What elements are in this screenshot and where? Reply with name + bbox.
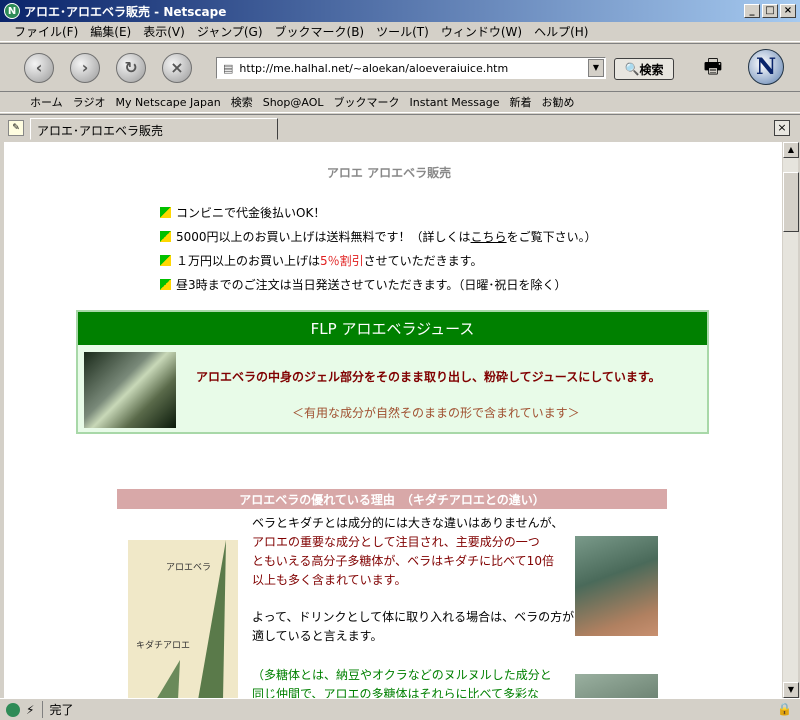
discount-text: 5％割引 — [320, 253, 364, 268]
tab-bar: ✎ アロエ･アロエベラ販売 × — [0, 114, 800, 140]
aloe-comparison-image: アロエベラ キダチアロエ — [128, 540, 238, 698]
print-icon[interactable]: 🖶 — [698, 52, 728, 80]
forward-button[interactable]: › — [70, 52, 100, 83]
back-button[interactable]: ‹ — [24, 52, 54, 83]
new-tab-icon[interactable]: ✎ — [8, 120, 24, 136]
scroll-down-button[interactable]: ▼ — [783, 682, 799, 698]
page-content: アロエ アロエベラ販売 コンビニで代金後払いOK！ 5000円以上のお買い上げは… — [4, 142, 782, 698]
bookmarks-link[interactable]: ブックマーク — [334, 94, 400, 110]
personal-toolbar: ホーム ラジオ My Netscape Japan 検索 Shop@AOL ブッ… — [0, 91, 800, 113]
list-item: 5000円以上のお買い上げは送料無料です！（詳しくは こちら をご覧下さい。） — [160, 224, 597, 248]
radio-link[interactable]: ラジオ — [73, 94, 106, 110]
aloe-gel-image — [84, 352, 176, 428]
shop-aol-link[interactable]: Shop@AOL — [263, 96, 324, 109]
search-button[interactable]: 🔍 検索 — [614, 58, 674, 80]
menu-tools[interactable]: ツール(T) — [376, 23, 429, 40]
minimize-button[interactable]: _ — [744, 4, 760, 18]
reason-paragraph-3: （多糖体とは、納豆やオクラなどのヌルヌルした成分と 同じ仲間で、アロエの多糖体は… — [252, 668, 552, 698]
aloe-vera-label: アロエベラ — [166, 563, 212, 573]
list-item: １万円以上のお買い上げは 5％割引 させていただきます。 — [160, 248, 597, 272]
navigation-toolbar: ‹ › ↻ × ▤ ▼ 🔍 検索 🖶 N — [0, 43, 800, 91]
menu-go[interactable]: ジャンプ(G) — [197, 23, 263, 40]
reason-header: アロエベラの優れている理由 （キダチアロエとの違い） — [117, 489, 667, 509]
flp-description: アロエベラの中身のジェル部分をそのまま取り出し、粉砕してジュースにしています。 — [196, 370, 661, 384]
instant-message-link[interactable]: Instant Message — [410, 96, 500, 109]
new-link[interactable]: 新着 — [510, 94, 532, 110]
list-item: 昼3時までのご注文は当日発送させていただきます。（日曜･祝日を除く） — [160, 272, 597, 296]
netscape-icon: N — [4, 3, 20, 19]
menu-window[interactable]: ウィンドウ(W) — [441, 23, 522, 40]
reason-paragraph-1: ベラとキダチとは成分的には大きな違いはありませんが、 アロエの重要な成分として注… — [252, 516, 564, 587]
kidachi-aloe-label: キダチアロエ — [136, 641, 191, 651]
security-lock-icon[interactable]: 🔒 — [777, 702, 792, 716]
status-bar: ⚡ 完了 🔒 — [0, 698, 800, 720]
bullet-icon — [160, 230, 171, 242]
home-link[interactable]: ホーム — [30, 94, 63, 110]
tab-current[interactable]: アロエ･アロエベラ販売 — [30, 118, 278, 140]
url-input[interactable] — [239, 61, 588, 75]
stop-icon: × — [170, 58, 184, 77]
offline-icon[interactable]: ⚡ — [26, 703, 34, 717]
back-arrow-icon: ‹ — [35, 58, 43, 77]
menu-view[interactable]: 表示(V) — [143, 23, 185, 40]
reload-button[interactable]: ↻ — [116, 52, 146, 83]
menu-help[interactable]: ヘルプ(H) — [534, 23, 588, 40]
forward-arrow-icon: › — [81, 58, 89, 77]
scroll-thumb[interactable] — [783, 172, 799, 232]
list-item: コンビニで代金後払いOK！ — [160, 200, 597, 224]
bullet-icon — [160, 206, 171, 218]
netscape-status-icon — [6, 702, 20, 717]
title-bar: N アロエ･アロエベラ販売 - Netscape _ □ × — [0, 0, 800, 22]
chevron-down-icon: ▼ — [592, 63, 600, 72]
flp-header: FLP アロエベラジュース — [78, 312, 707, 345]
bullet-icon — [160, 254, 171, 266]
menu-file[interactable]: ファイル(F) — [14, 23, 78, 40]
reload-icon: ↻ — [124, 58, 138, 77]
status-text: 完了 — [42, 701, 73, 718]
close-button[interactable]: × — [780, 4, 796, 18]
search-icon: 🔍 — [624, 62, 640, 76]
netscape-logo[interactable]: N — [748, 49, 784, 85]
menu-bookmarks[interactable]: ブックマーク(B) — [275, 23, 365, 40]
scroll-up-button[interactable]: ▲ — [783, 142, 799, 158]
window-title: アロエ･アロエベラ販売 - Netscape — [24, 4, 227, 19]
maximize-button[interactable]: □ — [762, 4, 778, 18]
url-dropdown-button[interactable]: ▼ — [588, 59, 604, 77]
my-netscape-link[interactable]: My Netscape Japan — [115, 96, 220, 109]
vertical-scrollbar[interactable]: ▲ ▼ — [782, 142, 799, 698]
tab-label: アロエ･アロエベラ販売 — [37, 124, 164, 138]
close-tab-button[interactable]: × — [774, 120, 790, 136]
shipping-details-link[interactable]: こちら — [471, 228, 507, 245]
feature-list: コンビニで代金後払いOK！ 5000円以上のお買い上げは送料無料です！（詳しくは… — [160, 200, 597, 296]
stop-button[interactable]: × — [162, 52, 192, 83]
aloe-plant-photo-2 — [575, 674, 658, 698]
bullet-icon — [160, 278, 171, 290]
reason-paragraph-2: よって、ドリンクとして体に取り入れる場合は、ベラの方が 適していると言えます。 — [252, 610, 575, 643]
page-title: アロエ アロエベラ販売 — [326, 166, 452, 180]
aloe-plant-photo — [575, 536, 658, 636]
flp-subtext: ＜有用な成分が自然そのままの形で含まれています＞ — [292, 406, 580, 420]
flp-juice-box: FLP アロエベラジュース アロエベラの中身のジェル部分をそのまま取り出し、粉砕… — [76, 310, 709, 434]
recommend-link[interactable]: お勧め — [542, 94, 575, 110]
menu-edit[interactable]: 編集(E) — [90, 23, 131, 40]
close-icon: × — [777, 121, 787, 134]
url-bar: ▤ ▼ — [216, 57, 606, 79]
page-icon: ▤ — [223, 61, 234, 75]
search-button-label: 検索 — [639, 62, 664, 77]
menu-bar: ファイル(F) 編集(E) 表示(V) ジャンプ(G) ブックマーク(B) ツー… — [0, 22, 800, 42]
search-link[interactable]: 検索 — [231, 94, 253, 110]
